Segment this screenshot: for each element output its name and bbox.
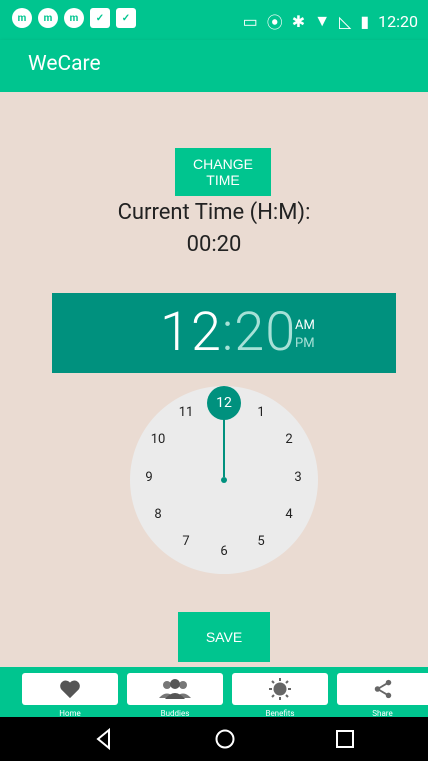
tab-home[interactable] bbox=[22, 673, 118, 705]
clock-number[interactable]: 7 bbox=[175, 531, 197, 553]
clock-number[interactable]: 4 bbox=[278, 504, 300, 526]
back-icon[interactable] bbox=[92, 727, 116, 751]
app-title: WeCare bbox=[28, 52, 101, 76]
bluetooth-icon: ✱ bbox=[291, 11, 306, 31]
hour-display[interactable]: 12 bbox=[160, 301, 222, 364]
ampm-selector: AM PM bbox=[295, 317, 315, 353]
clock-number[interactable]: 3 bbox=[287, 467, 309, 489]
time-picker-header: 12:20 AM PM bbox=[52, 293, 396, 373]
clock-face[interactable]: 12 1 2 3 4 5 6 7 8 9 10 11 bbox=[130, 386, 318, 574]
clock-number[interactable]: 9 bbox=[138, 467, 160, 489]
am-option[interactable]: AM bbox=[295, 317, 315, 335]
tab-buddies[interactable] bbox=[127, 673, 223, 705]
clock-number[interactable]: 2 bbox=[278, 429, 300, 451]
minute-display[interactable]: 20 bbox=[234, 301, 296, 364]
home-nav-icon[interactable] bbox=[213, 727, 237, 751]
change-time-button[interactable]: CHANGE TIME bbox=[175, 148, 271, 196]
clipboard-check-icon: ✓ bbox=[116, 8, 136, 28]
signal-icon: ◺ bbox=[339, 11, 352, 31]
status-time: 12:20 bbox=[378, 11, 418, 31]
battery-icon: ▮ bbox=[360, 11, 370, 31]
main-content: CHANGE TIME Current Time (H:M): 00:20 12… bbox=[0, 92, 428, 667]
app-notification-icon: m bbox=[38, 8, 58, 28]
clock-number[interactable]: 6 bbox=[213, 541, 235, 563]
selected-hour[interactable]: 12 bbox=[207, 386, 241, 420]
clock-number[interactable]: 1 bbox=[250, 402, 272, 424]
notification-icons: m m m ✓ ✓ bbox=[12, 8, 136, 28]
recents-icon[interactable] bbox=[333, 727, 357, 751]
status-bar: m m m ✓ ✓ ▭ ⦿ ✱ ▼ ◺ ▮ 12:20 bbox=[0, 0, 428, 40]
clock-number[interactable]: 8 bbox=[147, 504, 169, 526]
current-time-label: Current Time (H:M): bbox=[117, 200, 311, 225]
wifi-icon: ▼ bbox=[314, 11, 331, 30]
clock-center bbox=[221, 477, 227, 483]
save-button[interactable]: SAVE bbox=[178, 612, 270, 662]
buddies-icon bbox=[159, 679, 191, 699]
android-nav-bar bbox=[0, 717, 428, 761]
time-separator: : bbox=[221, 301, 235, 364]
time-display: 12:20 bbox=[160, 301, 296, 364]
current-time-value: 00:20 bbox=[186, 232, 242, 257]
share-icon bbox=[374, 679, 391, 699]
location-icon: ⦿ bbox=[266, 13, 283, 32]
system-status: ▭ ⦿ ✱ ▼ ◺ ▮ 12:20 bbox=[243, 9, 418, 33]
tab-benefits[interactable] bbox=[232, 673, 328, 705]
clock-number[interactable]: 11 bbox=[175, 402, 197, 424]
clipboard-check-icon: ✓ bbox=[90, 8, 110, 28]
clock-number[interactable]: 10 bbox=[147, 429, 169, 451]
sun-icon bbox=[269, 678, 291, 700]
cast-icon: ▭ bbox=[242, 11, 258, 31]
heart-icon bbox=[60, 680, 80, 699]
app-bar: WeCare bbox=[0, 40, 428, 92]
bottom-tab-bar: Home Buddies Benefits Share bbox=[0, 667, 428, 718]
app-notification-icon: m bbox=[64, 8, 84, 28]
clock-hand bbox=[223, 419, 225, 477]
app-notification-icon: m bbox=[12, 8, 32, 28]
tab-share[interactable] bbox=[337, 673, 428, 705]
pm-option[interactable]: PM bbox=[295, 335, 315, 353]
clock-number[interactable]: 5 bbox=[250, 531, 272, 553]
